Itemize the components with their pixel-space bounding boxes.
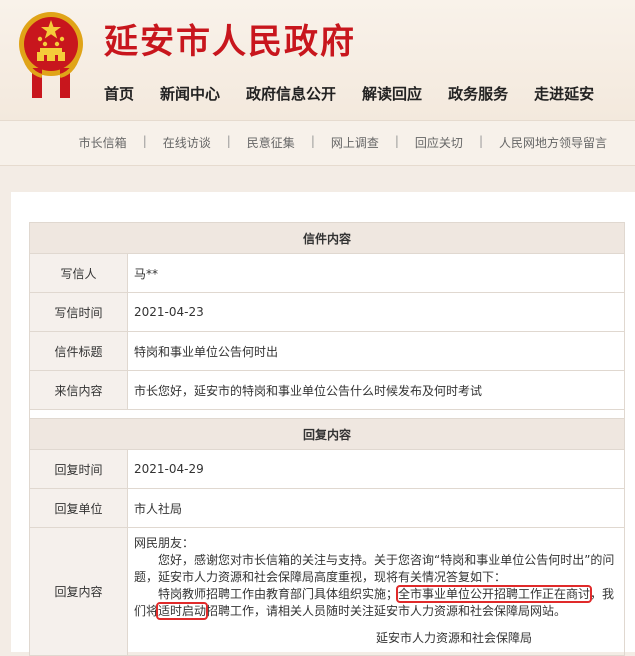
content-panel: 信件内容 写信人 马** 写信时间 2021-04-23 信件标题 特岗和事业单… <box>11 192 635 656</box>
write-date-value: 2021-04-23 <box>127 292 625 332</box>
letter-content-value: 市长您好，延安市的特岗和事业单位公告什么时候发布及何时考试 <box>127 370 625 410</box>
reply-time-value: 2021-04-29 <box>127 449 625 489</box>
subnav-divider: | <box>310 134 315 148</box>
subnav-divider: | <box>226 134 231 148</box>
reply-text: 特岗教师招聘工作由教育部门具体组织实施； <box>158 587 399 601</box>
table-row: 来信内容 市长您好，延安市的特岗和事业单位公告什么时候发布及何时考试 <box>29 370 625 410</box>
reply-text: 招聘工作，请相关人员随时关注延安市人力资源和社会保障局网站。 <box>206 604 567 618</box>
site-header: 延安市人民政府 首页 新闻中心 政府信息公开 解读回应 政务服务 走进延安 <box>0 0 635 120</box>
subnav-mayor-mailbox[interactable]: 市长信箱 <box>79 134 127 151</box>
reply-content-label: 回复内容 <box>29 527 128 656</box>
subnav-divider: | <box>478 134 483 148</box>
main-nav: 首页 新闻中心 政府信息公开 解读回应 政务服务 走进延安 <box>104 83 620 104</box>
subnav-online-interview[interactable]: 在线访谈 <box>163 134 211 151</box>
table-row: 写信人 马** <box>29 253 625 293</box>
letter-content-label: 来信内容 <box>29 370 128 410</box>
letter-section-title: 信件内容 <box>29 222 625 254</box>
writer-value: 马** <box>127 253 625 293</box>
nav-item-home[interactable]: 首页 <box>104 83 134 104</box>
national-emblem-icon <box>19 12 83 98</box>
sub-nav: 市长信箱 | 在线访谈 | 民意征集 | 网上调查 | 回应关切 | 人民网地方领导留言 <box>79 134 607 151</box>
subnav-divider: | <box>142 134 147 148</box>
section-gap <box>29 409 625 419</box>
table-row: 回复时间 2021-04-29 <box>29 449 625 489</box>
table-row: 写信时间 2021-04-23 <box>29 292 625 332</box>
subnav-online-survey[interactable]: 网上调查 <box>331 134 379 151</box>
reply-paragraph-1: 您好，感谢您对市长信箱的关注与支持。关于您咨询“特岗和事业单位公告何时出”的问题… <box>134 553 615 584</box>
subnav-divider: | <box>394 134 399 148</box>
nav-item-gov-info-disclosure[interactable]: 政府信息公开 <box>246 83 336 104</box>
table-row: 信件标题 特岗和事业单位公告何时出 <box>29 331 625 371</box>
site-title[interactable]: 延安市人民政府 <box>104 14 356 63</box>
nav-item-interpretation-response[interactable]: 解读回应 <box>362 83 422 104</box>
write-date-label: 写信时间 <box>29 292 128 332</box>
nav-item-gov-services[interactable]: 政务服务 <box>448 83 508 104</box>
subnav-response-concerns[interactable]: 回应关切 <box>415 134 463 151</box>
reply-section-title: 回复内容 <box>29 418 625 450</box>
subnav-people-net-leader-message[interactable]: 人民网地方领导留言 <box>499 134 607 151</box>
letter-subject-value: 特岗和事业单位公告何时出 <box>127 331 625 371</box>
nav-item-about-yanan[interactable]: 走进延安 <box>534 83 594 104</box>
reply-unit-value: 市人社局 <box>127 488 625 528</box>
writer-label: 写信人 <box>29 253 128 293</box>
reply-content: 网民朋友： 您好，感谢您对市长信箱的关注与支持。关于您咨询“特岗和事业单位公告何… <box>127 527 625 656</box>
nav-item-news-center[interactable]: 新闻中心 <box>160 83 220 104</box>
letter-detail-table: 信件内容 写信人 马** 写信时间 2021-04-23 信件标题 特岗和事业单… <box>29 222 625 656</box>
reply-unit-label: 回复单位 <box>29 488 128 528</box>
reply-greeting: 网民朋友： <box>134 536 195 550</box>
reply-time-label: 回复时间 <box>29 449 128 489</box>
subnav-opinion-solicitation[interactable]: 民意征集 <box>247 134 295 151</box>
letter-subject-label: 信件标题 <box>29 331 128 371</box>
reply-paragraph-2: 特岗教师招聘工作由教育部门具体组织实施；全市事业单位公开招聘工作正在商讨，我们将… <box>134 585 618 620</box>
highlighted-text: 适时启动 <box>156 602 209 620</box>
sub-nav-bar: 市长信箱 | 在线访谈 | 民意征集 | 网上调查 | 回应关切 | 人民网地方领导留言 <box>0 120 635 166</box>
highlighted-text: 全市事业单位公开招聘工作正在商讨 <box>396 585 593 603</box>
table-row: 回复内容 网民朋友： 您好，感谢您对市长信箱的关注与支持。关于您咨询“特岗和事业… <box>29 527 625 656</box>
table-row: 回复单位 市人社局 <box>29 488 625 528</box>
reply-signature: 延安市人力资源和社会保障局 <box>375 631 532 645</box>
